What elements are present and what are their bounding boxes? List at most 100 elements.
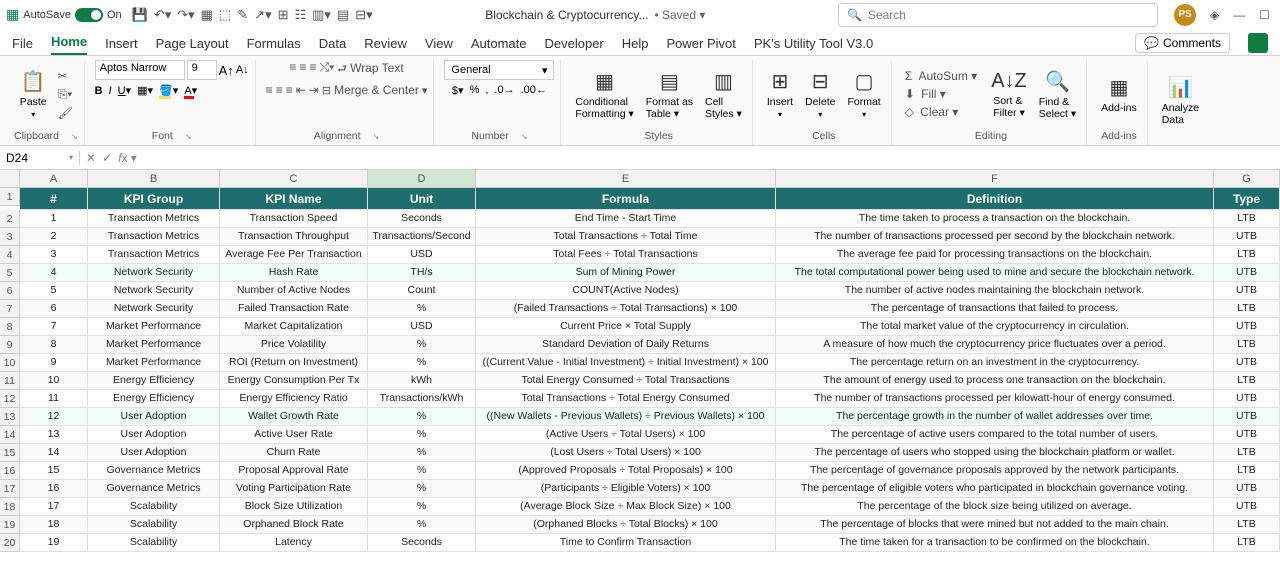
cell[interactable]: 8 bbox=[20, 336, 88, 354]
cell[interactable]: Transaction Speed bbox=[220, 210, 368, 228]
cell[interactable]: 1 bbox=[20, 210, 88, 228]
cell[interactable]: 6 bbox=[20, 300, 88, 318]
table-header-cell[interactable]: KPI Name bbox=[220, 188, 368, 210]
tab-view[interactable]: View bbox=[425, 32, 453, 55]
column-header[interactable]: F bbox=[776, 170, 1214, 188]
row-header[interactable]: 19 bbox=[0, 516, 20, 534]
cell[interactable]: Governance Metrics bbox=[88, 462, 220, 480]
comments-button[interactable]: 💬 Comments bbox=[1135, 33, 1230, 53]
cell[interactable]: LTB bbox=[1214, 372, 1280, 390]
fx-icon[interactable]: fx ▾ bbox=[118, 151, 137, 165]
row-header[interactable]: 15 bbox=[0, 444, 20, 462]
cell[interactable]: UTB bbox=[1214, 318, 1280, 336]
cell[interactable]: A measure of how much the cryptocurrency… bbox=[776, 336, 1214, 354]
cell[interactable]: User Adoption bbox=[88, 426, 220, 444]
copy-icon[interactable]: ⎘▾ bbox=[55, 86, 76, 103]
autosave-toggle[interactable]: AutoSave On bbox=[23, 8, 121, 22]
align-right-icon[interactable]: ≡ bbox=[286, 83, 293, 97]
autosum-button[interactable]: Σ AutoSum ▾ bbox=[902, 68, 983, 84]
cell[interactable]: UTB bbox=[1214, 228, 1280, 246]
cell[interactable]: Market Performance bbox=[88, 354, 220, 372]
qat-icon[interactable]: ⬚ bbox=[219, 7, 231, 23]
cell[interactable]: The percentage of blocks that were mined… bbox=[776, 516, 1214, 534]
qat-icon[interactable]: ▤ bbox=[337, 7, 349, 23]
cell[interactable]: UTB bbox=[1214, 426, 1280, 444]
cell[interactable]: Scalability bbox=[88, 534, 220, 552]
cell[interactable]: 16 bbox=[20, 480, 88, 498]
cell[interactable]: Total Transactions ÷ Total Time bbox=[476, 228, 776, 246]
row-header[interactable]: 18 bbox=[0, 498, 20, 516]
name-box[interactable]: D24▾ bbox=[0, 151, 80, 165]
table-header-cell[interactable]: Formula bbox=[476, 188, 776, 210]
format-painter-icon[interactable]: 🖌 bbox=[55, 105, 76, 121]
cell[interactable]: Active User Rate bbox=[220, 426, 368, 444]
cell[interactable]: Scalability bbox=[88, 516, 220, 534]
tab-insert[interactable]: Insert bbox=[105, 32, 138, 55]
fill-button[interactable]: ⬇ Fill ▾ bbox=[902, 86, 983, 102]
cell[interactable]: Current Price × Total Supply bbox=[476, 318, 776, 336]
percent-button[interactable]: % bbox=[470, 84, 480, 97]
maximize-icon[interactable]: ☐ bbox=[1259, 8, 1270, 22]
cell[interactable]: Transactions/kWh bbox=[368, 390, 476, 408]
cell[interactable]: ((Current Value - Initial Investment) ÷ … bbox=[476, 354, 776, 372]
row-header[interactable]: 5 bbox=[0, 264, 20, 282]
font-size-select[interactable]: 9 bbox=[187, 60, 217, 80]
font-name-select[interactable]: Aptos Narrow bbox=[95, 60, 185, 80]
cell[interactable]: The percentage of transactions that fail… bbox=[776, 300, 1214, 318]
cell[interactable]: UTB bbox=[1214, 282, 1280, 300]
cell[interactable]: Energy Efficiency Ratio bbox=[220, 390, 368, 408]
qat-icon[interactable]: ▦ bbox=[201, 7, 213, 23]
addins-button[interactable]: ▦Add-ins bbox=[1097, 73, 1141, 116]
cell[interactable]: User Adoption bbox=[88, 444, 220, 462]
cell[interactable]: % bbox=[368, 498, 476, 516]
cell[interactable]: Seconds bbox=[368, 534, 476, 552]
cell[interactable]: Network Security bbox=[88, 282, 220, 300]
cell[interactable]: % bbox=[368, 408, 476, 426]
tab-developer[interactable]: Developer bbox=[545, 32, 604, 55]
cell[interactable]: Time to Confirm Transaction bbox=[476, 534, 776, 552]
decrease-decimal-icon[interactable]: .00← bbox=[521, 84, 547, 97]
qat-icon[interactable]: ↗▾ bbox=[254, 7, 271, 23]
bold-button[interactable]: B bbox=[95, 85, 103, 97]
cell[interactable]: Wallet Growth Rate bbox=[220, 408, 368, 426]
cell[interactable]: USD bbox=[368, 246, 476, 264]
file-name[interactable]: Blockchain & Cryptocurrency... • Saved ▾ bbox=[485, 8, 705, 22]
cell[interactable]: Voting Participation Rate bbox=[220, 480, 368, 498]
qat-icon[interactable]: ▥▾ bbox=[312, 7, 331, 23]
row-header[interactable]: 6 bbox=[0, 282, 20, 300]
cell[interactable]: Hash Rate bbox=[220, 264, 368, 282]
cell[interactable]: The total market value of the cryptocurr… bbox=[776, 318, 1214, 336]
cell[interactable]: Orphaned Block Rate bbox=[220, 516, 368, 534]
cell[interactable]: 19 bbox=[20, 534, 88, 552]
cell[interactable]: Total Transactions ÷ Total Energy Consum… bbox=[476, 390, 776, 408]
cell[interactable]: Transactions/Second bbox=[368, 228, 476, 246]
cell[interactable]: (Participants ÷ Eligible Voters) × 100 bbox=[476, 480, 776, 498]
cell[interactable]: UTB bbox=[1214, 498, 1280, 516]
cell[interactable]: 5 bbox=[20, 282, 88, 300]
cell[interactable]: 11 bbox=[20, 390, 88, 408]
cell[interactable]: Seconds bbox=[368, 210, 476, 228]
cell[interactable]: Scalability bbox=[88, 498, 220, 516]
align-bottom-icon[interactable]: ≡ bbox=[309, 60, 316, 79]
cell[interactable]: Market Capitalization bbox=[220, 318, 368, 336]
cell[interactable]: (Approved Proposals ÷ Total Proposals) ×… bbox=[476, 462, 776, 480]
fill-color-button[interactable]: 🪣▾ bbox=[159, 84, 178, 97]
cell[interactable]: Total Fees ÷ Total Transactions bbox=[476, 246, 776, 264]
cell[interactable]: The number of transactions processed per… bbox=[776, 228, 1214, 246]
cell[interactable]: LTB bbox=[1214, 246, 1280, 264]
cut-icon[interactable]: ✂ bbox=[55, 68, 76, 84]
column-header[interactable]: D bbox=[368, 170, 476, 188]
cell[interactable]: The total computational power being used… bbox=[776, 264, 1214, 282]
decrease-indent-icon[interactable]: ⇤ bbox=[296, 83, 306, 97]
column-header[interactable]: C bbox=[220, 170, 368, 188]
cell[interactable]: Sum of Mining Power bbox=[476, 264, 776, 282]
cell[interactable]: (Orphaned Blocks ÷ Total Blocks) × 100 bbox=[476, 516, 776, 534]
cell[interactable]: Governance Metrics bbox=[88, 480, 220, 498]
cell[interactable]: End Time - Start Time bbox=[476, 210, 776, 228]
paste-button[interactable]: 📋Paste▾ bbox=[16, 67, 51, 121]
cell[interactable]: (Active Users ÷ Total Users) × 100 bbox=[476, 426, 776, 444]
cell[interactable]: 7 bbox=[20, 318, 88, 336]
cell[interactable]: UTB bbox=[1214, 264, 1280, 282]
column-header[interactable]: A bbox=[20, 170, 88, 188]
border-button[interactable]: ▦▾ bbox=[137, 84, 153, 97]
